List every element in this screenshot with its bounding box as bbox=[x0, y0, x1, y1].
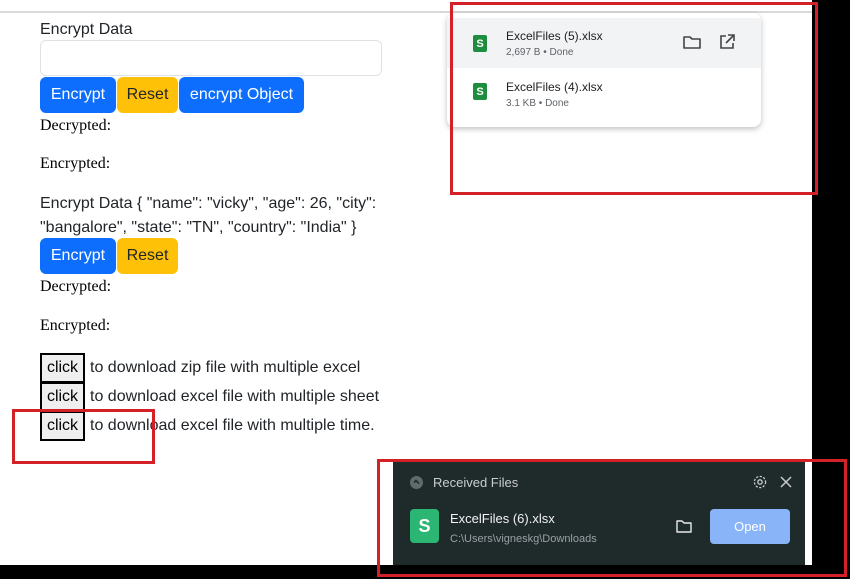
encrypt-object-title-line1: Encrypt Data { "name": "vicky", "age": 2… bbox=[40, 195, 377, 212]
encrypt-data-input[interactable] bbox=[40, 40, 382, 76]
download-file-name: ExcelFiles (4).xlsx bbox=[506, 80, 603, 94]
encrypt-object-title-line2: "bangalore", "state": "TN", "country": "… bbox=[40, 219, 357, 236]
folder-icon[interactable] bbox=[675, 517, 693, 535]
encrypt-object-button[interactable]: encrypt Object bbox=[179, 77, 304, 113]
download-item[interactable]: S ExcelFiles (4).xlsx 3.1 KB • Done bbox=[447, 69, 761, 119]
download-multi-time-text: to download excel file with multiple tim… bbox=[90, 417, 375, 434]
excel-file-icon: S bbox=[473, 83, 487, 100]
received-files-toast: Received Files S ExcelFiles (6).xlsx C:\… bbox=[393, 462, 805, 565]
encrypt-button[interactable]: Encrypt bbox=[40, 77, 116, 113]
download-zip-text: to download zip file with multiple excel bbox=[90, 359, 361, 376]
open-external-icon[interactable] bbox=[717, 32, 737, 52]
encrypt-object-encrypt-button[interactable]: Encrypt bbox=[40, 238, 116, 274]
download-item[interactable]: S ExcelFiles (5).xlsx 2,697 B • Done bbox=[447, 18, 761, 68]
download-multi-sheet-button[interactable]: click bbox=[40, 382, 85, 412]
close-icon[interactable] bbox=[778, 474, 794, 490]
encrypt-data-title: Encrypt Data bbox=[40, 21, 133, 38]
excel-file-icon: S bbox=[473, 35, 487, 52]
downloads-popup: S ExcelFiles (5).xlsx 2,697 B • Done S E… bbox=[447, 13, 761, 127]
reset-button[interactable]: Reset bbox=[117, 77, 178, 113]
encrypted-label: Encrypted: bbox=[40, 155, 111, 172]
download-multi-time-button[interactable]: click bbox=[40, 411, 85, 441]
download-file-name: ExcelFiles (5).xlsx bbox=[506, 29, 603, 43]
object-encrypted-label: Encrypted: bbox=[40, 317, 111, 334]
excel-file-icon: S bbox=[410, 509, 439, 543]
encrypt-object-reset-button[interactable]: Reset bbox=[117, 238, 178, 274]
open-file-button[interactable]: Open bbox=[710, 509, 790, 544]
download-multi-sheet-text: to download excel file with multiple she… bbox=[90, 388, 380, 405]
decrypted-label: Decrypted: bbox=[40, 117, 112, 134]
folder-icon[interactable] bbox=[682, 32, 702, 52]
received-file-name: ExcelFiles (6).xlsx bbox=[450, 511, 555, 526]
download-file-meta: 3.1 KB • Done bbox=[506, 98, 569, 109]
share-app-icon bbox=[410, 476, 423, 489]
download-multi-time-row: click to download excel file with multip… bbox=[40, 411, 375, 441]
download-zip-row: click to download zip file with multiple… bbox=[40, 353, 360, 383]
download-zip-button[interactable]: click bbox=[40, 353, 85, 383]
object-decrypted-label: Decrypted: bbox=[40, 278, 112, 295]
settings-gear-icon[interactable] bbox=[752, 474, 768, 490]
received-file-path: C:\Users\vigneskg\Downloads bbox=[450, 533, 597, 545]
download-multi-sheet-row: click to download excel file with multip… bbox=[40, 382, 379, 412]
received-files-title: Received Files bbox=[433, 475, 519, 490]
download-file-meta: 2,697 B • Done bbox=[506, 47, 574, 58]
